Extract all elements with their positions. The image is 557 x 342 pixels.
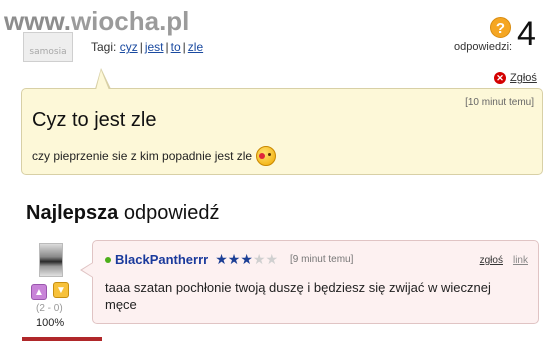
vote-count: (2 - 0) (36, 303, 63, 314)
bubble-tail-fill (96, 70, 109, 90)
online-status-icon (105, 256, 111, 263)
best-heading-rest: odpowiedź (118, 202, 220, 224)
watermark-tld: .pl (159, 6, 190, 36)
question-body: czy pieprzenie sie z kim popadnie jest z… (32, 146, 277, 166)
answer-header: BlackPantherrr ★ ★ ★ ★ ★ [9 minut temu] (105, 252, 353, 267)
tag-link[interactable]: jest (145, 40, 164, 54)
answerer-avatar[interactable] (39, 243, 63, 277)
question-card: [10 minut temu] Cyz to jest zle czy piep… (21, 88, 543, 175)
answer-timestamp: [9 minut temu] (290, 254, 354, 265)
answer-actions: zgłoś link (480, 255, 528, 266)
thumbs-up-icon[interactable]: ▲ (31, 284, 47, 300)
answer-body: taaa szatan pochłonie twoją duszę i będz… (105, 280, 491, 312)
best-answer-heading: Najlepsza odpowiedź (26, 202, 219, 225)
question-title: Cyz to jest zle (32, 109, 157, 131)
avatar-caption: samosia (29, 47, 67, 57)
question-mark-icon: ? (490, 17, 511, 38)
tag-link[interactable]: zle (188, 40, 203, 54)
answer-bubble-tail-fill (82, 263, 93, 277)
user-rating-stars: ★ ★ ★ ★ ★ (215, 253, 278, 267)
report-label: Zgłoś (510, 72, 537, 84)
tag-link[interactable]: cyz (120, 40, 138, 54)
watermark-brand: wiocha (70, 6, 160, 36)
star-filled-icon: ★ (240, 251, 253, 268)
tag-list: Tagi: cyz | jest | to | zle (91, 40, 204, 54)
tag-link[interactable]: to (171, 40, 181, 54)
report-answer-link[interactable]: zgłoś (480, 255, 503, 266)
question-text: czy pieprzenie sie z kim popadnie jest z… (32, 149, 253, 163)
answers-label: odpowiedzi: (454, 41, 513, 53)
thumbs-down-icon[interactable]: ▼ (53, 282, 69, 298)
star-filled-icon: ★ (227, 251, 241, 268)
tags-label: Tagi: (91, 40, 117, 54)
section-divider (22, 337, 102, 341)
answer-card: BlackPantherrr ★ ★ ★ ★ ★ [9 minut temu] zgło… (92, 240, 539, 324)
permalink-link[interactable]: link (513, 255, 528, 266)
star-filled-icon: ★ (215, 251, 228, 268)
close-icon: ✕ (494, 72, 506, 84)
asker-avatar[interactable]: samosia (23, 32, 73, 62)
answers-count: 4 (517, 15, 536, 53)
star-empty-icon: ★ (265, 251, 279, 268)
star-empty-icon: ★ (252, 251, 266, 268)
kiss-emoji-icon (256, 146, 277, 166)
answer-username[interactable]: BlackPantherrr (115, 252, 208, 267)
vote-percent: 100% (36, 317, 65, 329)
best-heading-bold: Najlepsza (26, 202, 119, 224)
question-timestamp: [10 minut temu] (465, 97, 534, 108)
report-question-button[interactable]: ✕ Zgłoś (494, 72, 537, 84)
